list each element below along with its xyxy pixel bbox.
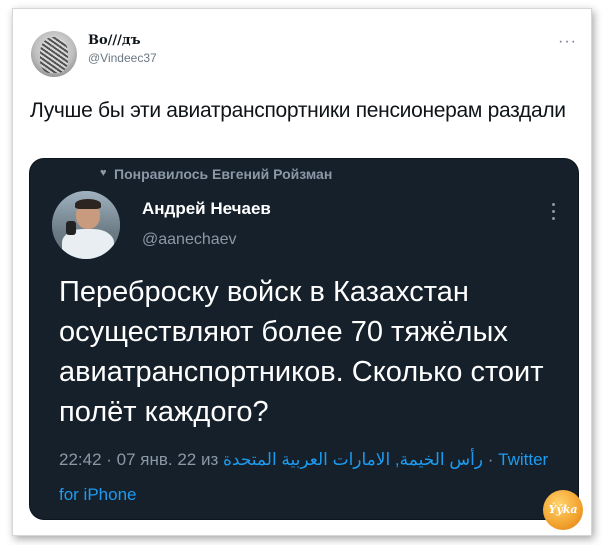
heart-icon: ♥ bbox=[100, 167, 107, 179]
avatar-portrait-image bbox=[40, 37, 68, 73]
screenshot-frame: Во///дъ @Vindeec37 ··· Лучше бы эти авиа… bbox=[12, 8, 592, 536]
quoted-author-avatar[interactable] bbox=[52, 191, 120, 259]
microphone-icon bbox=[66, 221, 76, 235]
more-vertical-icon[interactable] bbox=[552, 203, 556, 221]
tweet-location[interactable]: رأس الخيمة, الامارات العربية المتحدة bbox=[223, 450, 483, 469]
quoted-tweet-text: Переброску войск в Казахстан осуществляю… bbox=[59, 276, 544, 428]
author-handle[interactable]: @Vindeec37 bbox=[88, 51, 157, 65]
liked-by-label: Понравилось Евгений Ройзман bbox=[114, 166, 333, 182]
author-avatar[interactable] bbox=[31, 31, 77, 77]
quoted-tweet-meta: 22:42 · 07 янв. 22 из رأس الخيمة, الامار… bbox=[59, 442, 559, 512]
quoted-author-handle[interactable]: @aanechaev bbox=[142, 231, 237, 249]
more-horizontal-icon[interactable]: ··· bbox=[558, 33, 577, 51]
author-name[interactable]: Во///дъ bbox=[88, 33, 141, 48]
tweet-timestamp[interactable]: 22:42 · 07 янв. 22 из bbox=[59, 450, 223, 469]
tweet-text: Лучше бы эти авиатранспортники пенсионер… bbox=[30, 99, 566, 122]
meta-separator: · bbox=[483, 450, 499, 469]
site-watermark-logo: Ýýka bbox=[543, 490, 583, 530]
quoted-tweet-card[interactable]: ♥ Понравилось Евгений Ройзман Андрей Неч… bbox=[30, 159, 578, 519]
quoted-author-name[interactable]: Андрей Нечаев bbox=[142, 199, 271, 219]
